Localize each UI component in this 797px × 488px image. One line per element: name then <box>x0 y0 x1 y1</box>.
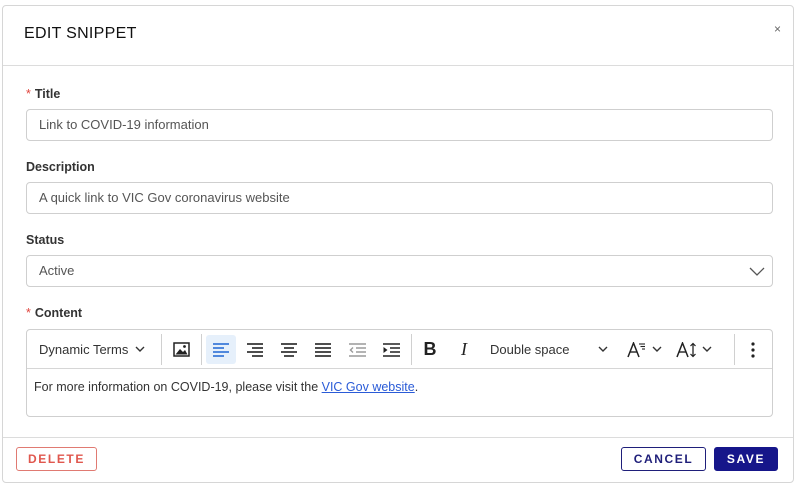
content-label-text: Content <box>34 306 83 320</box>
toolbar-divider <box>734 334 735 365</box>
delete-button[interactable]: DELETE <box>16 447 97 471</box>
font-size-dropdown[interactable] <box>672 335 716 364</box>
chevron-down-icon <box>749 267 765 276</box>
chevron-down-icon <box>652 346 661 352</box>
content-label: * Content <box>26 306 82 320</box>
line-spacing-dropdown[interactable]: Double space <box>484 335 612 364</box>
dialog-header: EDIT SNIPPET × <box>3 6 793 66</box>
indent-button[interactable] <box>376 335 406 364</box>
close-icon[interactable]: × <box>774 23 781 35</box>
required-marker: * <box>26 87 31 101</box>
image-icon <box>172 342 190 357</box>
align-justify-icon <box>315 342 331 357</box>
dynamic-terms-label: Dynamic Terms <box>39 342 129 357</box>
bold-button[interactable]: B <box>416 335 444 364</box>
chevron-down-icon <box>135 346 145 352</box>
description-input[interactable]: A quick link to VIC Gov coronavirus webs… <box>26 182 773 214</box>
indent-icon <box>382 342 400 357</box>
content-trailing: . <box>414 380 419 394</box>
more-options-button[interactable] <box>741 335 765 364</box>
editor-toolbar: Dynamic Terms B I Double space <box>27 330 772 369</box>
align-left-button[interactable] <box>206 335 236 364</box>
align-right-button[interactable] <box>240 335 270 364</box>
align-center-button[interactable] <box>274 335 304 364</box>
toolbar-divider <box>161 334 162 365</box>
dynamic-terms-dropdown[interactable]: Dynamic Terms <box>33 335 153 364</box>
vic-gov-website-link[interactable]: VIC Gov website <box>322 380 415 394</box>
outdent-icon <box>348 342 366 357</box>
justify-button[interactable] <box>308 335 338 364</box>
edit-snippet-dialog: EDIT SNIPPET × * Title Link to COVID-19 i… <box>2 5 794 483</box>
chevron-down-icon <box>702 346 712 352</box>
text-style-dropdown[interactable] <box>623 335 665 364</box>
align-right-icon <box>247 342 263 357</box>
content-text: For more information on COVID-19, please… <box>34 380 322 394</box>
title-input[interactable]: Link to COVID-19 information <box>26 109 773 141</box>
insert-image-button[interactable] <box>166 335 196 364</box>
toolbar-divider <box>201 334 202 365</box>
align-left-icon <box>213 342 229 357</box>
title-label-text: Title <box>34 87 61 101</box>
status-label: Status <box>26 233 65 247</box>
required-marker: * <box>26 306 31 320</box>
status-select[interactable]: Active <box>26 255 773 287</box>
cancel-button[interactable]: CANCEL <box>621 447 706 471</box>
rich-text-editor: Dynamic Terms B I Double space For more … <box>26 329 773 417</box>
editor-content-area[interactable]: For more information on COVID-19, please… <box>27 369 772 405</box>
text-style-icon <box>626 341 645 357</box>
toolbar-divider <box>411 334 412 365</box>
line-spacing-label: Double space <box>490 342 570 357</box>
dialog-footer: DELETE CANCEL SAVE <box>3 437 793 483</box>
save-button[interactable]: SAVE <box>714 447 778 471</box>
chevron-down-icon <box>598 346 608 352</box>
font-size-icon <box>676 341 696 357</box>
description-label: Description <box>26 160 95 174</box>
more-vertical-icon <box>751 341 755 358</box>
status-select-value: Active <box>39 263 75 278</box>
dialog-title: EDIT SNIPPET <box>24 25 137 42</box>
align-center-icon <box>281 342 297 357</box>
outdent-button[interactable] <box>342 335 372 364</box>
italic-button[interactable]: I <box>450 335 478 364</box>
title-label: * Title <box>26 87 60 101</box>
